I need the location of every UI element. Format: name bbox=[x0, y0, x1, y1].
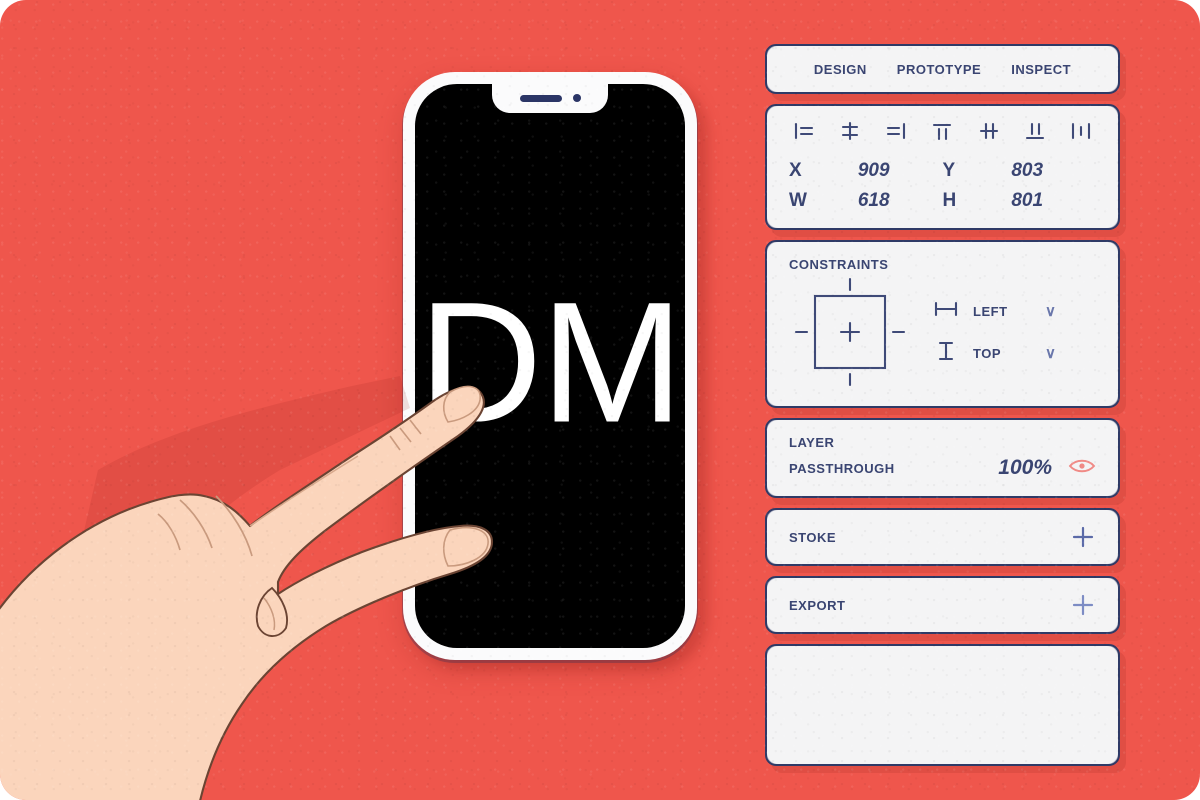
export-card: Export bbox=[765, 576, 1120, 634]
align-right-icon[interactable] bbox=[883, 118, 909, 144]
w-value[interactable]: 618 bbox=[858, 190, 943, 212]
stoke-row: Stoke bbox=[767, 510, 1118, 564]
horizontal-constraint-icon bbox=[933, 300, 959, 323]
dimension-row-position: X 909 Y 803 bbox=[789, 160, 1096, 182]
constraints-card: Constraints bbox=[765, 240, 1120, 408]
inspector-panel-column: Design Prototype Inspect bbox=[765, 44, 1120, 776]
export-row: Export bbox=[767, 578, 1118, 632]
horizontal-constraint-row[interactable]: Left ∨ bbox=[933, 290, 1094, 332]
front-camera-icon bbox=[572, 94, 581, 102]
y-label: Y bbox=[942, 160, 956, 181]
phone-screen[interactable]: DM bbox=[415, 84, 685, 648]
layer-title: Layer bbox=[789, 431, 835, 451]
tab-prototype[interactable]: Prototype bbox=[897, 58, 981, 80]
y-value[interactable]: 803 bbox=[1011, 160, 1096, 182]
vertical-constraint-row[interactable]: Top ∨ bbox=[933, 332, 1094, 374]
constraint-dropdowns: Left ∨ Top bbox=[933, 290, 1094, 374]
x-label: X bbox=[789, 160, 802, 181]
vertical-constraint-icon bbox=[933, 340, 959, 367]
export-title: Export bbox=[789, 594, 846, 615]
layer-body: Passthrough 100% bbox=[767, 452, 1118, 496]
mode-tabbar-card: Design Prototype Inspect bbox=[765, 44, 1120, 94]
dimension-row-size: W 618 H 801 bbox=[789, 190, 1096, 212]
align-center-horizontal-icon[interactable] bbox=[837, 118, 863, 144]
eye-icon[interactable] bbox=[1068, 458, 1096, 479]
stoke-title: Stoke bbox=[789, 526, 837, 547]
vertical-constraint-value: Top bbox=[973, 342, 1002, 363]
w-label: W bbox=[789, 190, 807, 211]
align-center-vertical-icon[interactable] bbox=[976, 118, 1002, 144]
stoke-card: Stoke bbox=[765, 508, 1120, 566]
constraints-body: Left ∨ Top bbox=[767, 274, 1118, 406]
align-top-icon[interactable] bbox=[929, 118, 955, 144]
tab-design[interactable]: Design bbox=[814, 58, 867, 80]
add-export-icon[interactable] bbox=[1070, 592, 1096, 618]
phone-mockup: DM bbox=[403, 72, 697, 660]
mode-tabbar: Design Prototype Inspect bbox=[767, 46, 1118, 92]
h-value[interactable]: 801 bbox=[1011, 190, 1096, 212]
alignment-and-dimensions-card: X 909 Y 803 W 618 H 801 bbox=[765, 104, 1120, 230]
constraints-title: Constraints bbox=[789, 253, 889, 273]
blend-mode-value[interactable]: Passthrough bbox=[789, 457, 998, 479]
screenshot-canvas: DM design prototype inspect X 909 Y 803 … bbox=[0, 0, 1200, 800]
alignment-toolbar bbox=[767, 106, 1118, 150]
illustration-stage: DM design prototype inspect X 909 Y 803 … bbox=[0, 0, 1200, 800]
opacity-value[interactable]: 100% bbox=[998, 456, 1052, 480]
dimensions-fields: X 909 Y 803 W 618 H 801 bbox=[767, 150, 1118, 228]
add-stoke-icon[interactable] bbox=[1070, 524, 1096, 550]
align-left-icon[interactable] bbox=[791, 118, 817, 144]
chevron-down-icon[interactable]: ∨ bbox=[1045, 344, 1056, 362]
align-bottom-icon[interactable] bbox=[1022, 118, 1048, 144]
layer-card: Layer Passthrough 100% bbox=[765, 418, 1120, 498]
screen-logo-text: DM bbox=[418, 266, 684, 459]
constraint-pad[interactable] bbox=[791, 276, 909, 388]
tab-inspect[interactable]: Inspect bbox=[1011, 58, 1071, 80]
phone-notch bbox=[492, 84, 608, 113]
empty-panel[interactable] bbox=[765, 644, 1120, 766]
speaker-slot-icon bbox=[519, 94, 562, 102]
distribute-icon[interactable] bbox=[1068, 118, 1094, 144]
h-label: H bbox=[942, 190, 957, 211]
x-value[interactable]: 909 bbox=[858, 160, 943, 182]
chevron-down-icon[interactable]: ∨ bbox=[1045, 302, 1056, 320]
horizontal-constraint-value: Left bbox=[973, 300, 1008, 321]
